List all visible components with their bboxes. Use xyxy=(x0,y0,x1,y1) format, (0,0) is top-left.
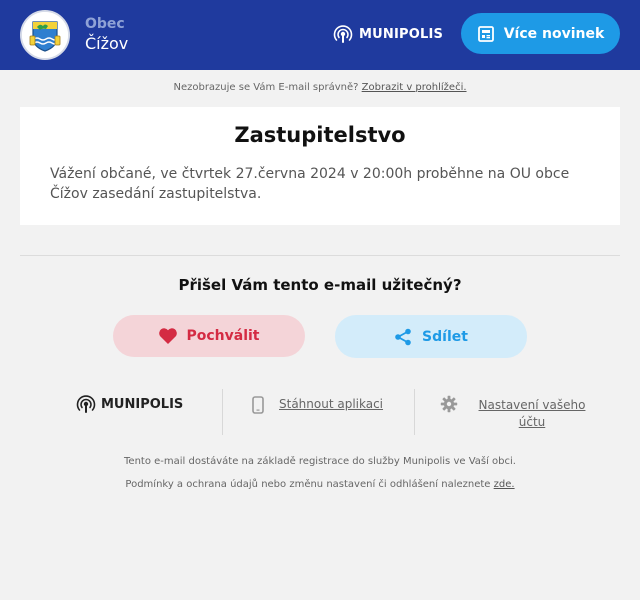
like-label: Pochválit xyxy=(186,328,260,344)
more-news-label: Více novinek xyxy=(503,25,605,42)
divider xyxy=(20,255,620,256)
like-button[interactable]: Pochválit xyxy=(113,315,305,357)
footer-settings-col: Nastavení vašeho účtu xyxy=(414,389,610,435)
article-card: Zastupitelstvo Vážení občané, ve čtvrtek… xyxy=(20,107,620,225)
download-app-link[interactable]: Stáhnout aplikaci xyxy=(279,397,383,411)
share-button[interactable]: Sdílet xyxy=(335,315,527,358)
article-title: Zastupitelstvo xyxy=(234,123,406,147)
munipolis-logo-icon xyxy=(76,395,96,413)
munipolis-logo-icon xyxy=(333,25,353,43)
munipolis-wordmark: MUNIPOLIS xyxy=(359,26,444,42)
footer-munipolis-logo[interactable]: MUNIPOLIS xyxy=(76,394,183,414)
crest-graphic xyxy=(22,12,68,58)
footer-brand-col: MUNIPOLIS xyxy=(30,389,222,435)
footer-links: MUNIPOLIS Stáhnout aplikaci Nastavení va… xyxy=(30,389,610,435)
article-body: Vážení občané, ve čtvrtek 27.června 2024… xyxy=(50,166,570,202)
terms-link[interactable]: zde. xyxy=(494,479,515,490)
terms-note: Podmínky a ochrana údajů nebo změnu nast… xyxy=(0,479,640,490)
footer-download-col: Stáhnout aplikaci xyxy=(222,389,414,435)
share-label: Sdílet xyxy=(422,328,468,345)
town-kind: Obec xyxy=(85,16,125,32)
view-in-browser-link[interactable]: Zobrazit v prohlížeči. xyxy=(362,82,467,93)
share-icon xyxy=(395,328,411,345)
more-news-button[interactable]: Více novinek xyxy=(461,13,620,54)
phone-icon xyxy=(252,396,264,414)
footer-wordmark: MUNIPOLIS xyxy=(101,396,184,412)
header-bar: Obec Čížov MUNIPOLIS Více novinek xyxy=(0,0,640,70)
account-settings-link[interactable]: Nastavení vašeho účtu xyxy=(467,397,597,431)
gear-icon xyxy=(440,395,458,413)
terms-text: Podmínky a ochrana údajů nebo změnu nast… xyxy=(125,479,491,490)
display-notice: Nezobrazuje se Vám E-mail správně? Zobra… xyxy=(0,82,640,93)
town-name: Čížov xyxy=(85,34,129,53)
newspaper-icon xyxy=(477,25,494,42)
registration-note: Tento e-mail dostáváte na základě regist… xyxy=(124,456,516,467)
town-name-block: Obec Čížov xyxy=(85,15,128,55)
munipolis-logo[interactable]: MUNIPOLIS xyxy=(333,24,443,44)
crest-image[interactable] xyxy=(20,10,70,60)
heart-icon xyxy=(159,328,178,344)
feedback-question: Přišel Vám tento e-mail užitečný? xyxy=(178,276,462,294)
notice-text: Nezobrazuje se Vám E-mail správně? xyxy=(173,82,359,93)
